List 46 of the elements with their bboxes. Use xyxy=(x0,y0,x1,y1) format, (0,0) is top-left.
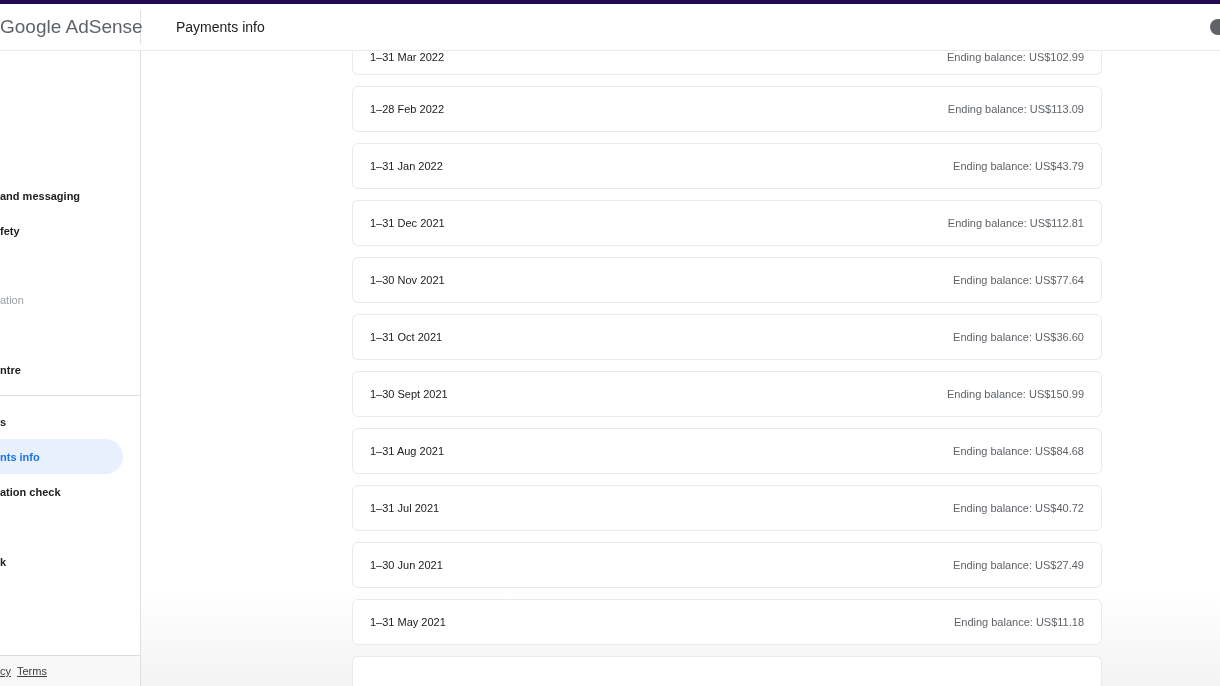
ending-balance: Ending balance: US$84.68 xyxy=(953,445,1084,457)
nav-item[interactable]: k xyxy=(0,544,123,579)
nav-item[interactable]: nts info xyxy=(0,439,123,474)
statement-period: 1–31 May 2021 xyxy=(370,616,446,628)
statement-card[interactable]: 1–31 Jul 2021 Ending balance: US$40.72 xyxy=(352,485,1102,531)
statement-period: 1–31 Aug 2021 xyxy=(370,445,445,457)
statement-period: 1–31 Mar 2022 xyxy=(370,51,444,63)
ending-balance: Ending balance: US$150.99 xyxy=(947,388,1084,400)
avatar-icon[interactable] xyxy=(1210,19,1220,35)
statement-period: 1–30 Nov 2021 xyxy=(370,274,445,286)
statement-card[interactable]: 1–31 Dec 2021 Ending balance: US$112.81 xyxy=(352,200,1102,246)
ending-balance: Ending balance: US$113.09 xyxy=(947,103,1084,115)
statement-card[interactable]: 1–31 May 2021 Ending balance: US$11.18 xyxy=(352,599,1102,645)
statement-period: 1–31 Jan 2022 xyxy=(370,160,443,172)
ending-balance: Ending balance: US$102.99 xyxy=(947,51,1084,63)
nav-item[interactable]: and messaging xyxy=(0,178,123,213)
ending-balance: Ending balance: US$11.18 xyxy=(953,616,1084,628)
statement-card[interactable]: 1–31 Jan 2022 Ending balance: US$43.79 xyxy=(352,143,1102,189)
nav-section-label: ation xyxy=(0,292,25,308)
statement-period: 1–31 Jul 2021 xyxy=(370,502,440,514)
nav-item[interactable]: fety xyxy=(0,213,123,248)
statement-card[interactable]: 1–30 Jun 2021 Ending balance: US$27.49 xyxy=(352,542,1102,588)
statement-card[interactable]: 1–31 Aug 2021 Ending balance: US$84.68 xyxy=(352,428,1102,474)
statement-period: 1–30 Sept 2021 xyxy=(370,388,448,400)
ending-balance: Ending balance: US$40.72 xyxy=(953,502,1084,514)
ending-balance: Ending balance: US$43.79 xyxy=(953,160,1084,172)
ending-balance: Ending balance: US$36.60 xyxy=(953,331,1084,343)
nav-item[interactable]: s xyxy=(0,404,123,439)
footer-link[interactable]: Terms xyxy=(17,665,47,677)
statement-period: 1–28 Feb 2022 xyxy=(370,103,444,115)
statement-period: 1–31 Dec 2021 xyxy=(370,217,445,229)
statement-card[interactable]: 1–30 Nov 2021 Ending balance: US$77.64 xyxy=(352,257,1102,303)
ending-balance: Ending balance: US$27.49 xyxy=(953,559,1084,571)
app-logo[interactable]: Google AdSense xyxy=(0,10,141,44)
statement-card[interactable]: 1–31 Mar 2022 Ending balance: US$102.99 xyxy=(352,51,1102,75)
nav-item[interactable]: ation check xyxy=(0,474,123,509)
statement-card[interactable]: 1–30 Sept 2021 Ending balance: US$150.99 xyxy=(352,371,1102,417)
ending-balance: Ending balance: US$77.64 xyxy=(953,274,1084,286)
statement-card[interactable]: 1–28 Feb 2022 Ending balance: US$113.09 xyxy=(352,86,1102,132)
ending-balance: Ending balance: US$112.81 xyxy=(947,217,1084,229)
nav-item[interactable]: ntre xyxy=(0,352,123,387)
statement-period: 1–30 Jun 2021 xyxy=(370,559,443,571)
statement-card[interactable]: 1–31 Oct 2021 Ending balance: US$36.60 xyxy=(352,314,1102,360)
footer-link[interactable]: cy xyxy=(0,665,11,677)
statement-period: 1–31 Oct 2021 xyxy=(370,331,443,343)
page-title: Payments info xyxy=(176,19,266,35)
